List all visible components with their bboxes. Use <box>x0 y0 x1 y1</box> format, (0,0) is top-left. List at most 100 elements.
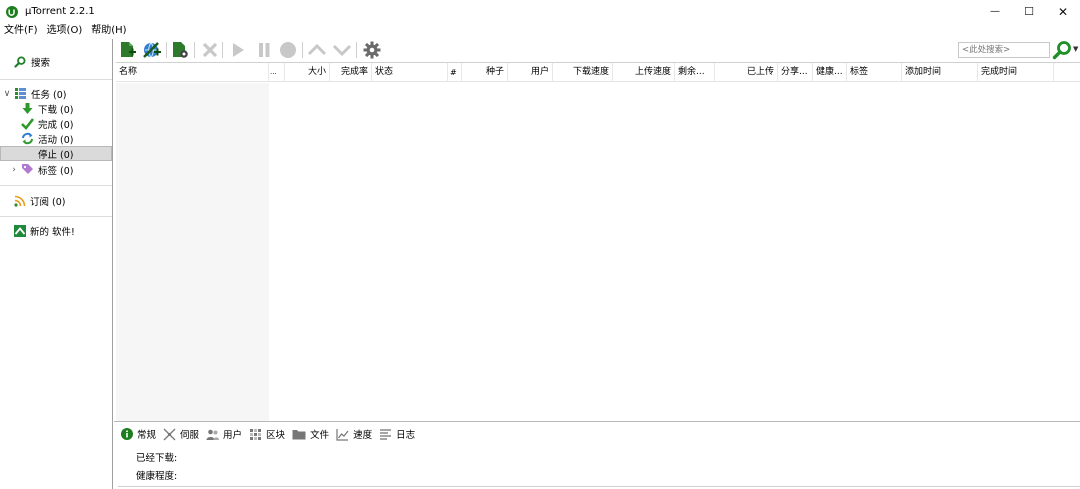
close-icon: ✕ <box>1057 4 1069 19</box>
col-dots[interactable]: ... <box>269 63 285 82</box>
menu-options[interactable]: 选项(O) <box>43 23 88 39</box>
detail-tabs: 常规 伺服 用户 区块 文件 速度 日志 <box>118 424 419 444</box>
col-progress[interactable]: 完成率 <box>330 63 372 82</box>
sidebar-item-label: 活动 (0) <box>38 134 74 146</box>
speed-chart-icon <box>336 428 349 441</box>
start-icon[interactable] <box>228 41 248 59</box>
detail-panel: 常规 伺服 用户 区块 文件 速度 日志 已经下载: 健康程度: <box>114 421 1080 489</box>
info-icon <box>121 428 133 440</box>
col-status[interactable]: 状态 <box>372 63 448 82</box>
tab-peers[interactable]: 用户 <box>203 424 246 444</box>
col-size[interactable]: 大小 <box>285 63 330 82</box>
sidebar-search-label: 搜索 <box>31 58 51 69</box>
tab-label: 伺服 <box>180 430 200 441</box>
sidebar-item-new-software[interactable]: 新的 软件! <box>0 223 112 238</box>
create-torrent-icon[interactable] <box>170 41 190 59</box>
menu-file[interactable]: 文件(F) <box>0 23 43 39</box>
title-bar: µTorrent 2.2.1 — ☐ ✕ <box>0 0 1080 23</box>
toolbar: ▼ <box>114 39 1080 61</box>
name-column-shade <box>116 83 269 421</box>
window-title: µTorrent 2.2.1 <box>25 6 95 17</box>
sidebar-item-label: 标签 (0) <box>38 165 74 177</box>
col-added-on[interactable]: 添加时间 <box>902 63 978 82</box>
col-health[interactable]: 健康... <box>813 63 847 82</box>
health-label: 健康程度: <box>136 471 178 482</box>
sidebar-item-label: 订阅 (0) <box>30 196 66 208</box>
peers-icon <box>206 428 220 441</box>
menu-bar: 文件(F) 选项(O) 帮助(H) <box>0 23 132 39</box>
col-seeds[interactable]: 种子 <box>462 63 508 82</box>
pause-icon[interactable] <box>254 41 274 59</box>
sidebar-item-rss[interactable]: 订阅 (0) <box>0 193 112 208</box>
tab-speed[interactable]: 速度 <box>333 424 376 444</box>
tab-label: 常规 <box>137 430 157 441</box>
sidebar-item-label: 停止 (0) <box>38 149 74 161</box>
refresh-icon <box>22 132 33 145</box>
column-header: 名称 ... 大小 完成率 状态 # 种子 用户 下载速度 上传速度 剩余...… <box>116 63 1080 82</box>
tab-general[interactable]: 常规 <box>118 424 161 444</box>
tab-label: 区块 <box>266 430 286 441</box>
tab-label: 日志 <box>396 430 416 441</box>
downloaded-label: 已经下载: <box>136 453 178 464</box>
stop-icon[interactable] <box>278 41 298 59</box>
tag-icon <box>22 164 33 174</box>
maximize-button[interactable]: ☐ <box>1012 0 1046 23</box>
remove-icon[interactable] <box>200 41 220 59</box>
trackers-icon <box>163 428 176 441</box>
sidebar-item-active[interactable]: 活动 (0) <box>0 131 112 146</box>
tab-trackers[interactable]: 伺服 <box>160 424 203 444</box>
col-down-speed[interactable]: 下载速度 <box>553 63 613 82</box>
utorrent-logo-icon <box>6 5 18 18</box>
torrent-list[interactable]: 名称 ... 大小 完成率 状态 # 种子 用户 下载速度 上传速度 剩余...… <box>116 62 1080 421</box>
col-up-speed[interactable]: 上传速度 <box>613 63 675 82</box>
rss-feed-icon <box>14 194 26 207</box>
col-peers[interactable]: 用户 <box>508 63 553 82</box>
checkmark-icon <box>21 118 34 130</box>
sidebar-item-completed[interactable]: 完成 (0) <box>0 116 112 131</box>
sidebar: 搜索 ∨ 任务 (0) 下载 (0) 完成 (0) 活动 (0) 停止 (0) … <box>0 39 113 489</box>
move-up-icon[interactable] <box>307 41 327 59</box>
tab-label: 文件 <box>310 430 330 441</box>
add-url-icon[interactable] <box>142 41 162 59</box>
sidebar-search[interactable]: 搜索 <box>14 55 50 69</box>
sidebar-item-labels[interactable]: › 标签 (0) <box>0 162 112 177</box>
tab-files[interactable]: 文件 <box>289 424 333 444</box>
search-input[interactable] <box>958 42 1050 58</box>
close-button[interactable]: ✕ <box>1046 0 1080 23</box>
maximize-icon: ☐ <box>1024 5 1034 18</box>
expand-chevron-icon[interactable]: › <box>9 165 19 175</box>
sidebar-item-download[interactable]: 下载 (0) <box>0 101 112 116</box>
sidebar-item-label: 任务 (0) <box>31 89 67 101</box>
sidebar-item-label: 完成 (0) <box>38 119 74 131</box>
search-button[interactable] <box>1052 40 1072 60</box>
col-uploaded[interactable]: 已上传 <box>715 63 778 82</box>
pieces-icon <box>249 428 262 441</box>
log-icon <box>379 428 392 441</box>
settings-icon[interactable] <box>362 41 382 59</box>
folder-icon <box>292 428 306 440</box>
download-arrow-icon <box>22 103 33 114</box>
col-completed-on[interactable]: 完成时间 <box>978 63 1054 82</box>
search-dropdown-icon[interactable]: ▼ <box>1073 45 1078 53</box>
tasks-icon <box>15 88 26 99</box>
move-down-icon[interactable] <box>332 41 352 59</box>
col-label[interactable]: 标签 <box>847 63 902 82</box>
minimize-icon: — <box>990 6 1000 17</box>
add-torrent-icon[interactable] <box>118 41 138 59</box>
tab-logger[interactable]: 日志 <box>376 424 419 444</box>
tab-pieces[interactable]: 区块 <box>246 424 289 444</box>
expand-chevron-icon[interactable]: ∨ <box>2 89 12 99</box>
col-queue[interactable]: # <box>448 63 462 82</box>
menu-help[interactable]: 帮助(H) <box>87 23 131 39</box>
minimize-button[interactable]: — <box>978 0 1012 23</box>
app-store-icon <box>14 224 26 237</box>
search-icon <box>14 56 26 68</box>
sidebar-item-label: 下载 (0) <box>38 104 74 116</box>
sidebar-item-tasks[interactable]: ∨ 任务 (0) <box>0 86 112 101</box>
col-eta[interactable]: 剩余... <box>675 63 715 82</box>
tab-label: 速度 <box>353 430 373 441</box>
col-name[interactable]: 名称 <box>116 63 269 82</box>
col-ratio[interactable]: 分享... <box>778 63 813 82</box>
search-icon <box>1052 41 1071 60</box>
sidebar-item-stopped[interactable]: 停止 (0) <box>0 146 112 161</box>
